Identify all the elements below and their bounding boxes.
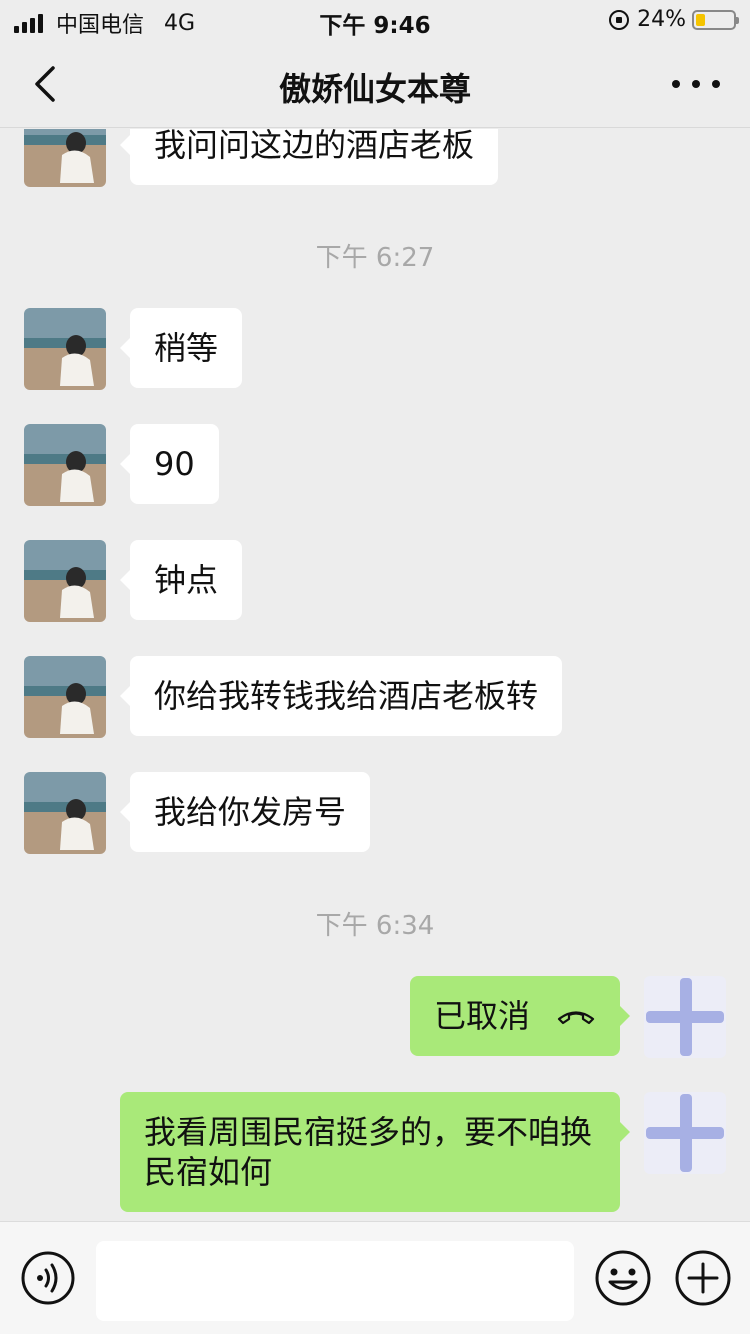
more-dot: [692, 80, 700, 88]
message-row: 已取消: [0, 976, 750, 1058]
more-button[interactable]: [672, 64, 720, 104]
message-timestamp: 下午 6:34: [315, 911, 435, 941]
message-row: 我问问这边的酒店老板: [0, 129, 750, 187]
my-avatar[interactable]: [644, 1092, 726, 1174]
nav-bar: 傲娇仙女本尊: [0, 40, 750, 128]
voice-button[interactable]: [20, 1250, 76, 1306]
voice-icon: [21, 1251, 75, 1305]
battery-percent: 24%: [637, 7, 686, 32]
status-right: 24%: [609, 7, 739, 32]
message-bubble[interactable]: 我看周围民宿挺多的，要不咱换民宿如何: [120, 1092, 630, 1212]
message-bubble[interactable]: 钟点: [119, 540, 243, 620]
emoji-icon: [595, 1250, 651, 1306]
message-row: 钟点: [0, 540, 750, 622]
message-row: 90: [0, 424, 750, 506]
message-bubble[interactable]: 稍等: [119, 308, 243, 388]
message-bubble[interactable]: 我问问这边的酒店老板: [119, 129, 499, 185]
battery-icon: [692, 9, 739, 30]
input-bar: [0, 1221, 750, 1334]
battery-fill: [696, 13, 705, 26]
contact-avatar[interactable]: [24, 540, 106, 622]
status-bar: 中国电信 4G 下午 9:46 24%: [0, 0, 750, 40]
message-row: 我给你发房号: [0, 772, 750, 854]
message-bubble[interactable]: 我给你发房号: [119, 772, 371, 852]
emoji-button[interactable]: [594, 1249, 652, 1307]
contact-avatar[interactable]: [24, 656, 106, 738]
message-row: 我看周围民宿挺多的，要不咱换民宿如何: [0, 1092, 750, 1216]
plus-icon: [675, 1250, 731, 1306]
more-dot: [672, 80, 680, 88]
message-input[interactable]: [96, 1241, 574, 1321]
phone-hangup-icon: [557, 1011, 595, 1025]
contact-avatar[interactable]: [24, 308, 106, 390]
more-dot: [712, 80, 720, 88]
call-record-bubble[interactable]: 已取消: [409, 976, 631, 1056]
contact-avatar[interactable]: [24, 772, 106, 854]
message-timestamp: 下午 6:27: [315, 243, 435, 273]
message-row: 稍等: [0, 308, 750, 390]
message-row: 你给我转钱我给酒店老板转: [0, 656, 750, 738]
more-functions-button[interactable]: [674, 1249, 732, 1307]
contact-avatar[interactable]: [24, 129, 106, 187]
call-status-text: 已取消: [433, 997, 530, 1035]
chat-title: 傲娇仙女本尊: [278, 70, 471, 108]
contact-avatar[interactable]: [24, 424, 106, 506]
chat-messages[interactable]: 我问问这边的酒店老板 下午 6:27 稍等 90 钟点 你给我转钱我给酒店老板转…: [0, 129, 750, 1220]
message-bubble[interactable]: 90: [120, 424, 219, 504]
my-avatar[interactable]: [644, 976, 726, 1058]
rotation-lock-icon: [609, 9, 630, 30]
message-bubble[interactable]: 你给我转钱我给酒店老板转: [119, 656, 563, 736]
